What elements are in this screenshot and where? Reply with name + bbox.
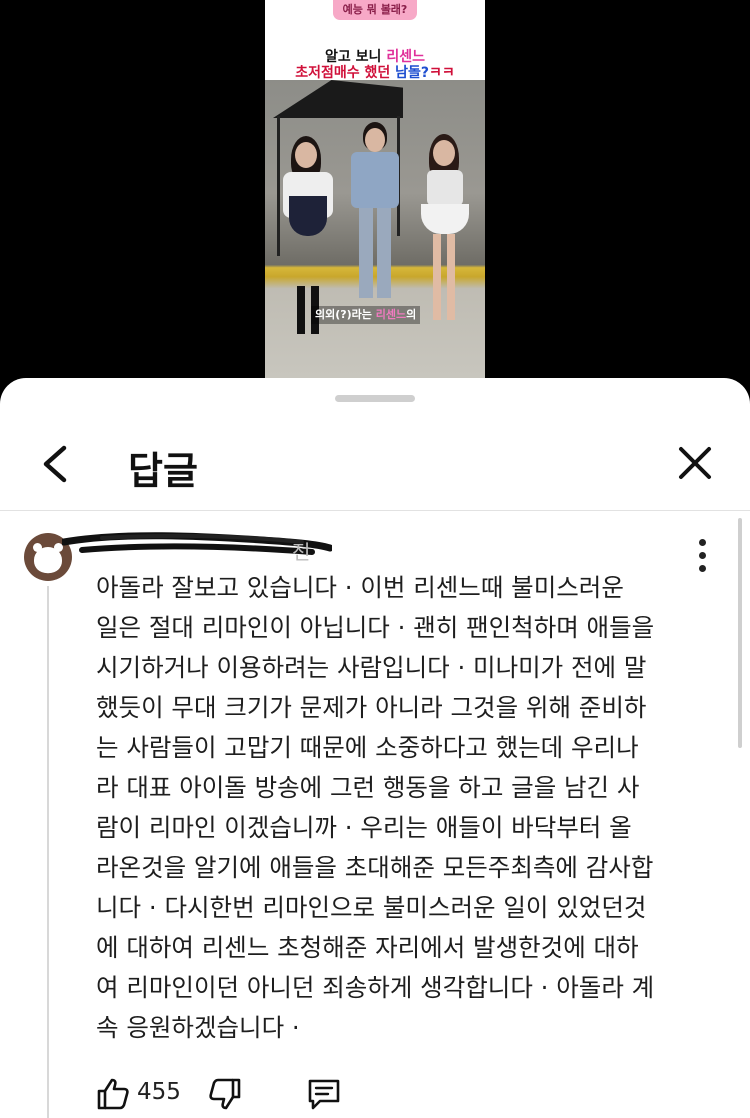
channel-label: 예능 뭐 볼래?: [333, 0, 417, 20]
video-title-line2: 초저점매수 했던 남돌?ㅋㅋ: [295, 65, 455, 81]
comment-time: 전: [292, 540, 311, 564]
dislike-button[interactable]: [208, 1077, 242, 1111]
thumbs-up-icon: [97, 1078, 129, 1110]
reply-button[interactable]: [306, 1077, 342, 1111]
like-button[interactable]: [96, 1077, 130, 1111]
video-subtitle: 의외(?)라는 리센느의: [311, 306, 421, 324]
video-frame: 의외(?)라는 리센느의: [265, 80, 485, 378]
comment-icon: [308, 1079, 340, 1110]
scrollbar[interactable]: [738, 518, 742, 748]
thread-line: [47, 586, 49, 1118]
comment-actions: 455: [96, 1075, 496, 1115]
comment-text: 아돌라 잘보고 있습니다 · 이번 리센느때 불미스러운 일은 절대 리마인이 …: [96, 573, 655, 1042]
tent-shape: [273, 80, 403, 118]
person-right: [415, 134, 475, 334]
bear-icon: [34, 547, 62, 573]
video-preview[interactable]: 예능 뭐 볼래? 알고 보니 리센느 초저점매수 했던 남돌?ㅋㅋ 의외(?)라…: [265, 0, 485, 378]
like-count: 455: [137, 1079, 181, 1105]
thumbs-down-icon: [209, 1078, 241, 1110]
person-middle: [345, 122, 405, 302]
